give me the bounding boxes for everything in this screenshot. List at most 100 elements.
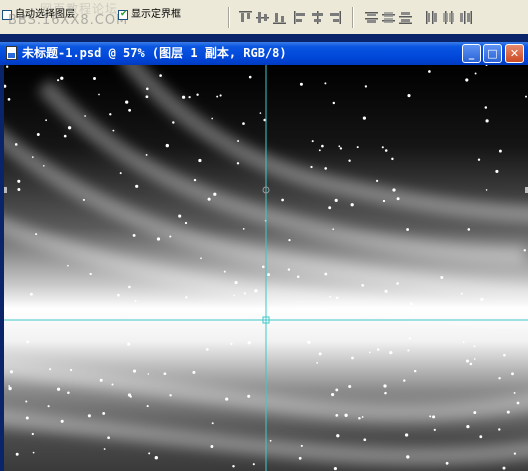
star-dot [321,144,324,148]
star-dot [26,340,30,344]
star-dot [495,169,499,173]
align-hcenter-icon[interactable] [310,10,325,25]
star-dot [523,249,526,252]
star-dot [287,268,291,271]
star-dot [210,445,214,448]
star-dot [331,393,335,397]
distribute-top-icon[interactable] [364,10,379,25]
star-dot [381,146,384,149]
show-bounds-checkbox[interactable]: ✔ [118,9,128,20]
star-dot [333,467,337,471]
star-dot [165,143,169,148]
star-dot [335,296,339,300]
star-dot [132,369,137,373]
star-dot [25,400,28,403]
transform-handle[interactable] [4,187,7,193]
star-dot [462,341,465,344]
star-dot [213,192,217,196]
psd-document-icon [6,46,17,60]
star-dot [465,78,469,82]
star-dot [127,342,131,346]
document-title: 未标题-1.psd @ 57% (图层 1 副本, RGB/8) [22,46,287,60]
star-dot [335,414,339,417]
star-dot [350,203,354,207]
star-dot [67,264,69,267]
star-dot [298,456,302,460]
star-dot [466,424,470,429]
close-button[interactable]: ✕ [505,44,524,63]
star-dot [332,228,335,231]
star-dot [128,285,131,289]
star-dot [348,159,351,162]
star-dot [465,359,470,363]
star-dot [178,214,182,218]
star-dot [336,434,340,438]
distribute-left-icon[interactable] [424,10,439,25]
star-dot [344,413,348,417]
star-dot [107,436,110,440]
star-dot [211,117,214,120]
distribute-vcenter-icon[interactable] [381,10,396,25]
star-dot [252,463,255,466]
star-dot [247,341,251,345]
star-dot [8,385,10,387]
canvas-artwork [4,65,528,471]
star-dot [361,284,365,287]
star-dot [99,378,103,382]
show-bounds-label: 显示定界框 [131,9,181,20]
canvas[interactable] [4,65,528,471]
distribute-hcenter-icon[interactable] [441,10,456,25]
star-dot [89,272,92,276]
star-dot [234,281,238,285]
star-dot [102,411,106,415]
star-dot [14,143,18,146]
star-dot [296,275,300,279]
star-dot [300,444,303,447]
star-dot [67,391,70,395]
align-vcenter-icon[interactable] [255,10,270,25]
minimize-button[interactable]: _ [462,44,481,63]
star-dot [389,350,393,355]
star-dot [413,369,417,373]
star-dot [87,414,91,418]
star-dot [98,93,100,96]
star-dot [384,149,388,152]
star-dot [9,370,14,374]
star-dot [506,410,510,414]
star-dot [6,65,9,68]
star-dot [318,352,322,356]
star-dot [307,340,311,344]
document-title-bar[interactable]: 未标题-1.psd @ 57% (图层 1 副本, RGB/8) _ □ ✕ [0,42,528,65]
star-dot [184,221,188,225]
align-bottom-icon[interactable] [272,10,287,25]
star-dot [403,379,406,382]
star-dot [57,79,60,82]
star-dot [269,439,272,442]
star-dot [467,228,471,231]
align-top-icon[interactable] [238,10,253,25]
star-dot [145,153,148,156]
star-dot [154,456,158,460]
star-dot [318,149,321,152]
star-dot [135,184,139,188]
star-dot [281,198,284,202]
star-dot [396,282,399,285]
star-dot [147,373,150,375]
star-dot [132,233,136,237]
align-right-icon[interactable] [327,10,342,25]
star-dot [196,93,199,96]
star-dot [93,77,96,80]
star-dot [310,165,313,169]
align-left-icon[interactable] [293,10,308,25]
distribute-bottom-icon[interactable] [398,10,413,25]
star-dot [485,189,488,191]
star-dot [230,342,233,345]
star-dot [232,464,235,468]
distribute-right-icon[interactable] [458,10,473,25]
star-dot [148,452,151,455]
star-dot [473,345,476,348]
star-dot [408,337,411,340]
maximize-button[interactable]: □ [483,44,502,63]
star-dot [185,296,188,299]
star-dot [31,156,34,158]
